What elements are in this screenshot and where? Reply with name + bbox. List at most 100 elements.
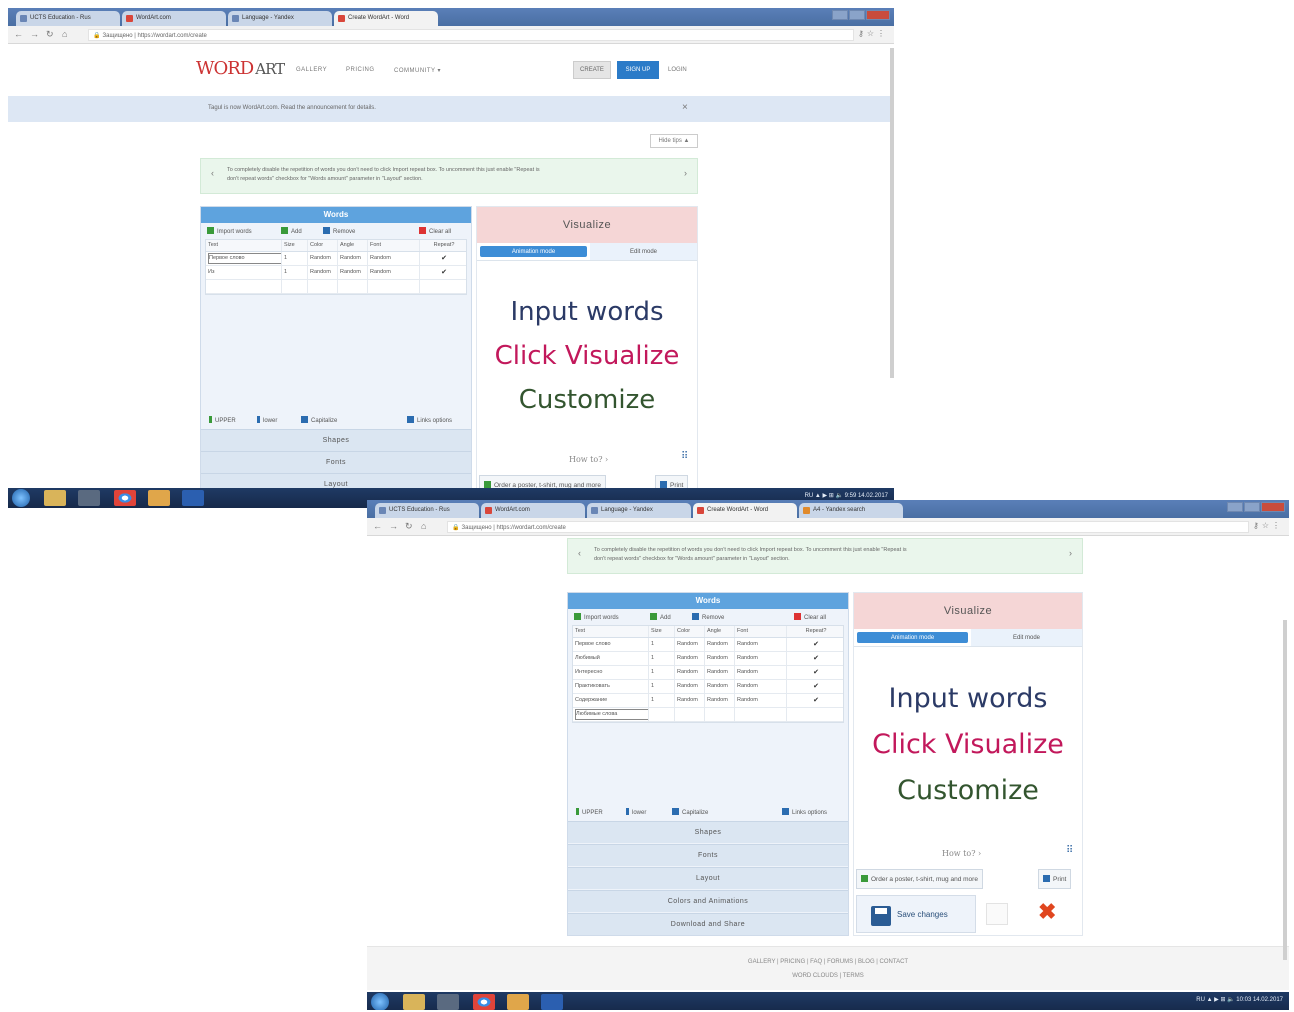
close-window-button[interactable]	[1261, 502, 1285, 512]
browser-tab-active[interactable]: Create WordArt - Word	[693, 503, 797, 518]
nav-community[interactable]: COMMUNITY ▾	[394, 67, 441, 74]
media-player-icon[interactable]	[437, 994, 459, 1010]
upper-button[interactable]: UPPER	[209, 416, 236, 424]
tip-prev-icon[interactable]: ‹	[578, 549, 581, 558]
folder-icon[interactable]	[403, 994, 425, 1010]
forward-icon[interactable]: →	[30, 29, 39, 39]
repeat-checkbox[interactable]: ✔	[787, 666, 843, 679]
col-font[interactable]: Font	[735, 626, 787, 637]
remove-button[interactable]: Remove	[323, 227, 355, 235]
color-cell[interactable]: Random	[308, 266, 338, 279]
lower-button[interactable]: lower	[257, 416, 277, 424]
footer-links[interactable]: GALLERY | PRICING | FAQ | FORUMS | BLOG …	[367, 959, 1289, 965]
word-text-cell[interactable]: Первое слово	[573, 638, 649, 651]
visualize-button[interactable]: Visualize	[477, 207, 697, 243]
create-button[interactable]: CREATE	[573, 61, 611, 79]
table-row[interactable]: Из 1 Random Random Random ✔	[206, 266, 466, 280]
back-icon[interactable]: ←	[373, 521, 382, 531]
section-fonts[interactable]: Fonts	[201, 451, 471, 473]
bookmark-star-icon[interactable]: ⚷☆⋮	[1253, 521, 1283, 530]
size-cell[interactable]: 1	[649, 680, 675, 693]
tab-edit-mode[interactable]: Edit mode	[971, 629, 1082, 646]
start-button[interactable]	[371, 993, 389, 1010]
tab-edit-mode[interactable]: Edit mode	[590, 243, 697, 260]
bookmark-star-icon[interactable]: ⚷☆⋮	[858, 29, 888, 38]
color-cell[interactable]: Random	[308, 252, 338, 265]
outlook-icon[interactable]	[507, 994, 529, 1010]
font-cell[interactable]: Random	[735, 680, 787, 693]
size-cell[interactable]: 1	[649, 638, 675, 651]
save-changes-button[interactable]: Save changes	[856, 895, 976, 933]
font-cell[interactable]: Random	[735, 666, 787, 679]
col-angle[interactable]: Angle	[705, 626, 735, 637]
qr-code-icon[interactable]: ⠿	[1066, 845, 1073, 856]
col-size[interactable]: Size	[649, 626, 675, 637]
scrollbar[interactable]	[1283, 620, 1287, 960]
repeat-checkbox[interactable]: ✔	[787, 652, 843, 665]
remove-button[interactable]: Remove	[692, 613, 724, 621]
section-colors-animations[interactable]: Colors and Animations	[568, 890, 848, 912]
table-row-editing[interactable]: Любимые слова	[573, 708, 843, 722]
upper-button[interactable]: UPPER	[576, 808, 603, 816]
browser-tab-active[interactable]: Create WordArt - Word	[334, 11, 438, 26]
font-cell[interactable]: Random	[735, 652, 787, 665]
minimize-button[interactable]	[832, 10, 848, 20]
section-download-share[interactable]: Download and Share	[568, 913, 848, 935]
capitalize-button[interactable]: Capitalize	[301, 416, 337, 424]
table-row[interactable]: Любимый 1 Random Random Random ✔	[573, 652, 843, 666]
table-row[interactable]: Интересно 1 Random Random Random ✔	[573, 666, 843, 680]
word-text-cell[interactable]: Интересно	[573, 666, 649, 679]
angle-cell[interactable]: Random	[705, 680, 735, 693]
add-button[interactable]: Add	[281, 227, 302, 235]
word-text-cell[interactable]: Практиковать	[573, 680, 649, 693]
browser-tab[interactable]: UCTS Education - Rus	[375, 503, 479, 518]
order-button[interactable]: Order a poster, t-shirt, mug and more	[856, 869, 983, 889]
size-cell[interactable]: 1	[282, 252, 308, 265]
table-row-empty[interactable]	[206, 280, 466, 294]
angle-cell[interactable]: Random	[705, 694, 735, 707]
font-cell[interactable]: Random	[368, 266, 420, 279]
media-player-icon[interactable]	[78, 490, 100, 506]
close-window-button[interactable]	[866, 10, 890, 20]
word-text-input[interactable]: Любимые слова	[575, 709, 648, 720]
table-row[interactable]: Первое слово 1 Random Random Random ✔	[206, 252, 466, 266]
size-cell[interactable]: 1	[649, 666, 675, 679]
word-text-cell[interactable]: Любимый	[573, 652, 649, 665]
section-fonts[interactable]: Fonts	[568, 844, 848, 866]
table-row[interactable]: Практиковать 1 Random Random Random ✔	[573, 680, 843, 694]
tip-next-icon[interactable]: ›	[1069, 549, 1072, 558]
tab-animation-mode[interactable]: Animation mode	[480, 246, 587, 257]
tip-next-icon[interactable]: ›	[684, 169, 687, 178]
folder-icon[interactable]	[44, 490, 66, 506]
import-words-button[interactable]: Import words	[574, 613, 619, 621]
add-button[interactable]: Add	[650, 613, 671, 621]
url-field[interactable]: 🔒 Защищено | https://wordart.com/create	[88, 29, 854, 41]
color-cell[interactable]: Random	[675, 680, 705, 693]
section-shapes[interactable]: Shapes	[201, 429, 471, 451]
browser-tab[interactable]: Language - Yandex	[587, 503, 691, 518]
maximize-button[interactable]	[1244, 502, 1260, 512]
browser-tab[interactable]: WordArt.com	[122, 11, 226, 26]
table-row[interactable]: Содержание 1 Random Random Random ✔	[573, 694, 843, 708]
angle-cell[interactable]: Random	[705, 638, 735, 651]
chrome-icon[interactable]	[473, 994, 495, 1010]
section-layout[interactable]: Layout	[568, 867, 848, 889]
scrollbar[interactable]	[890, 48, 894, 378]
col-color[interactable]: Color	[308, 240, 338, 251]
angle-cell[interactable]: Random	[705, 652, 735, 665]
word-icon[interactable]	[541, 994, 563, 1010]
word-icon[interactable]	[182, 490, 204, 506]
nav-pricing[interactable]: PRICING	[346, 67, 375, 73]
section-shapes[interactable]: Shapes	[568, 821, 848, 843]
angle-cell[interactable]: Random	[338, 252, 368, 265]
word-text-cell[interactable]: Первое слово	[208, 253, 281, 264]
capitalize-button[interactable]: Capitalize	[672, 808, 708, 816]
col-repeat[interactable]: Repeat?	[420, 240, 466, 251]
angle-cell[interactable]: Random	[338, 266, 368, 279]
tab-animation-mode[interactable]: Animation mode	[857, 632, 968, 643]
col-repeat[interactable]: Repeat?	[787, 626, 843, 637]
color-cell[interactable]: Random	[675, 666, 705, 679]
minimize-button[interactable]	[1227, 502, 1243, 512]
back-icon[interactable]: ←	[14, 29, 23, 39]
login-button[interactable]: LOGIN	[668, 61, 687, 79]
